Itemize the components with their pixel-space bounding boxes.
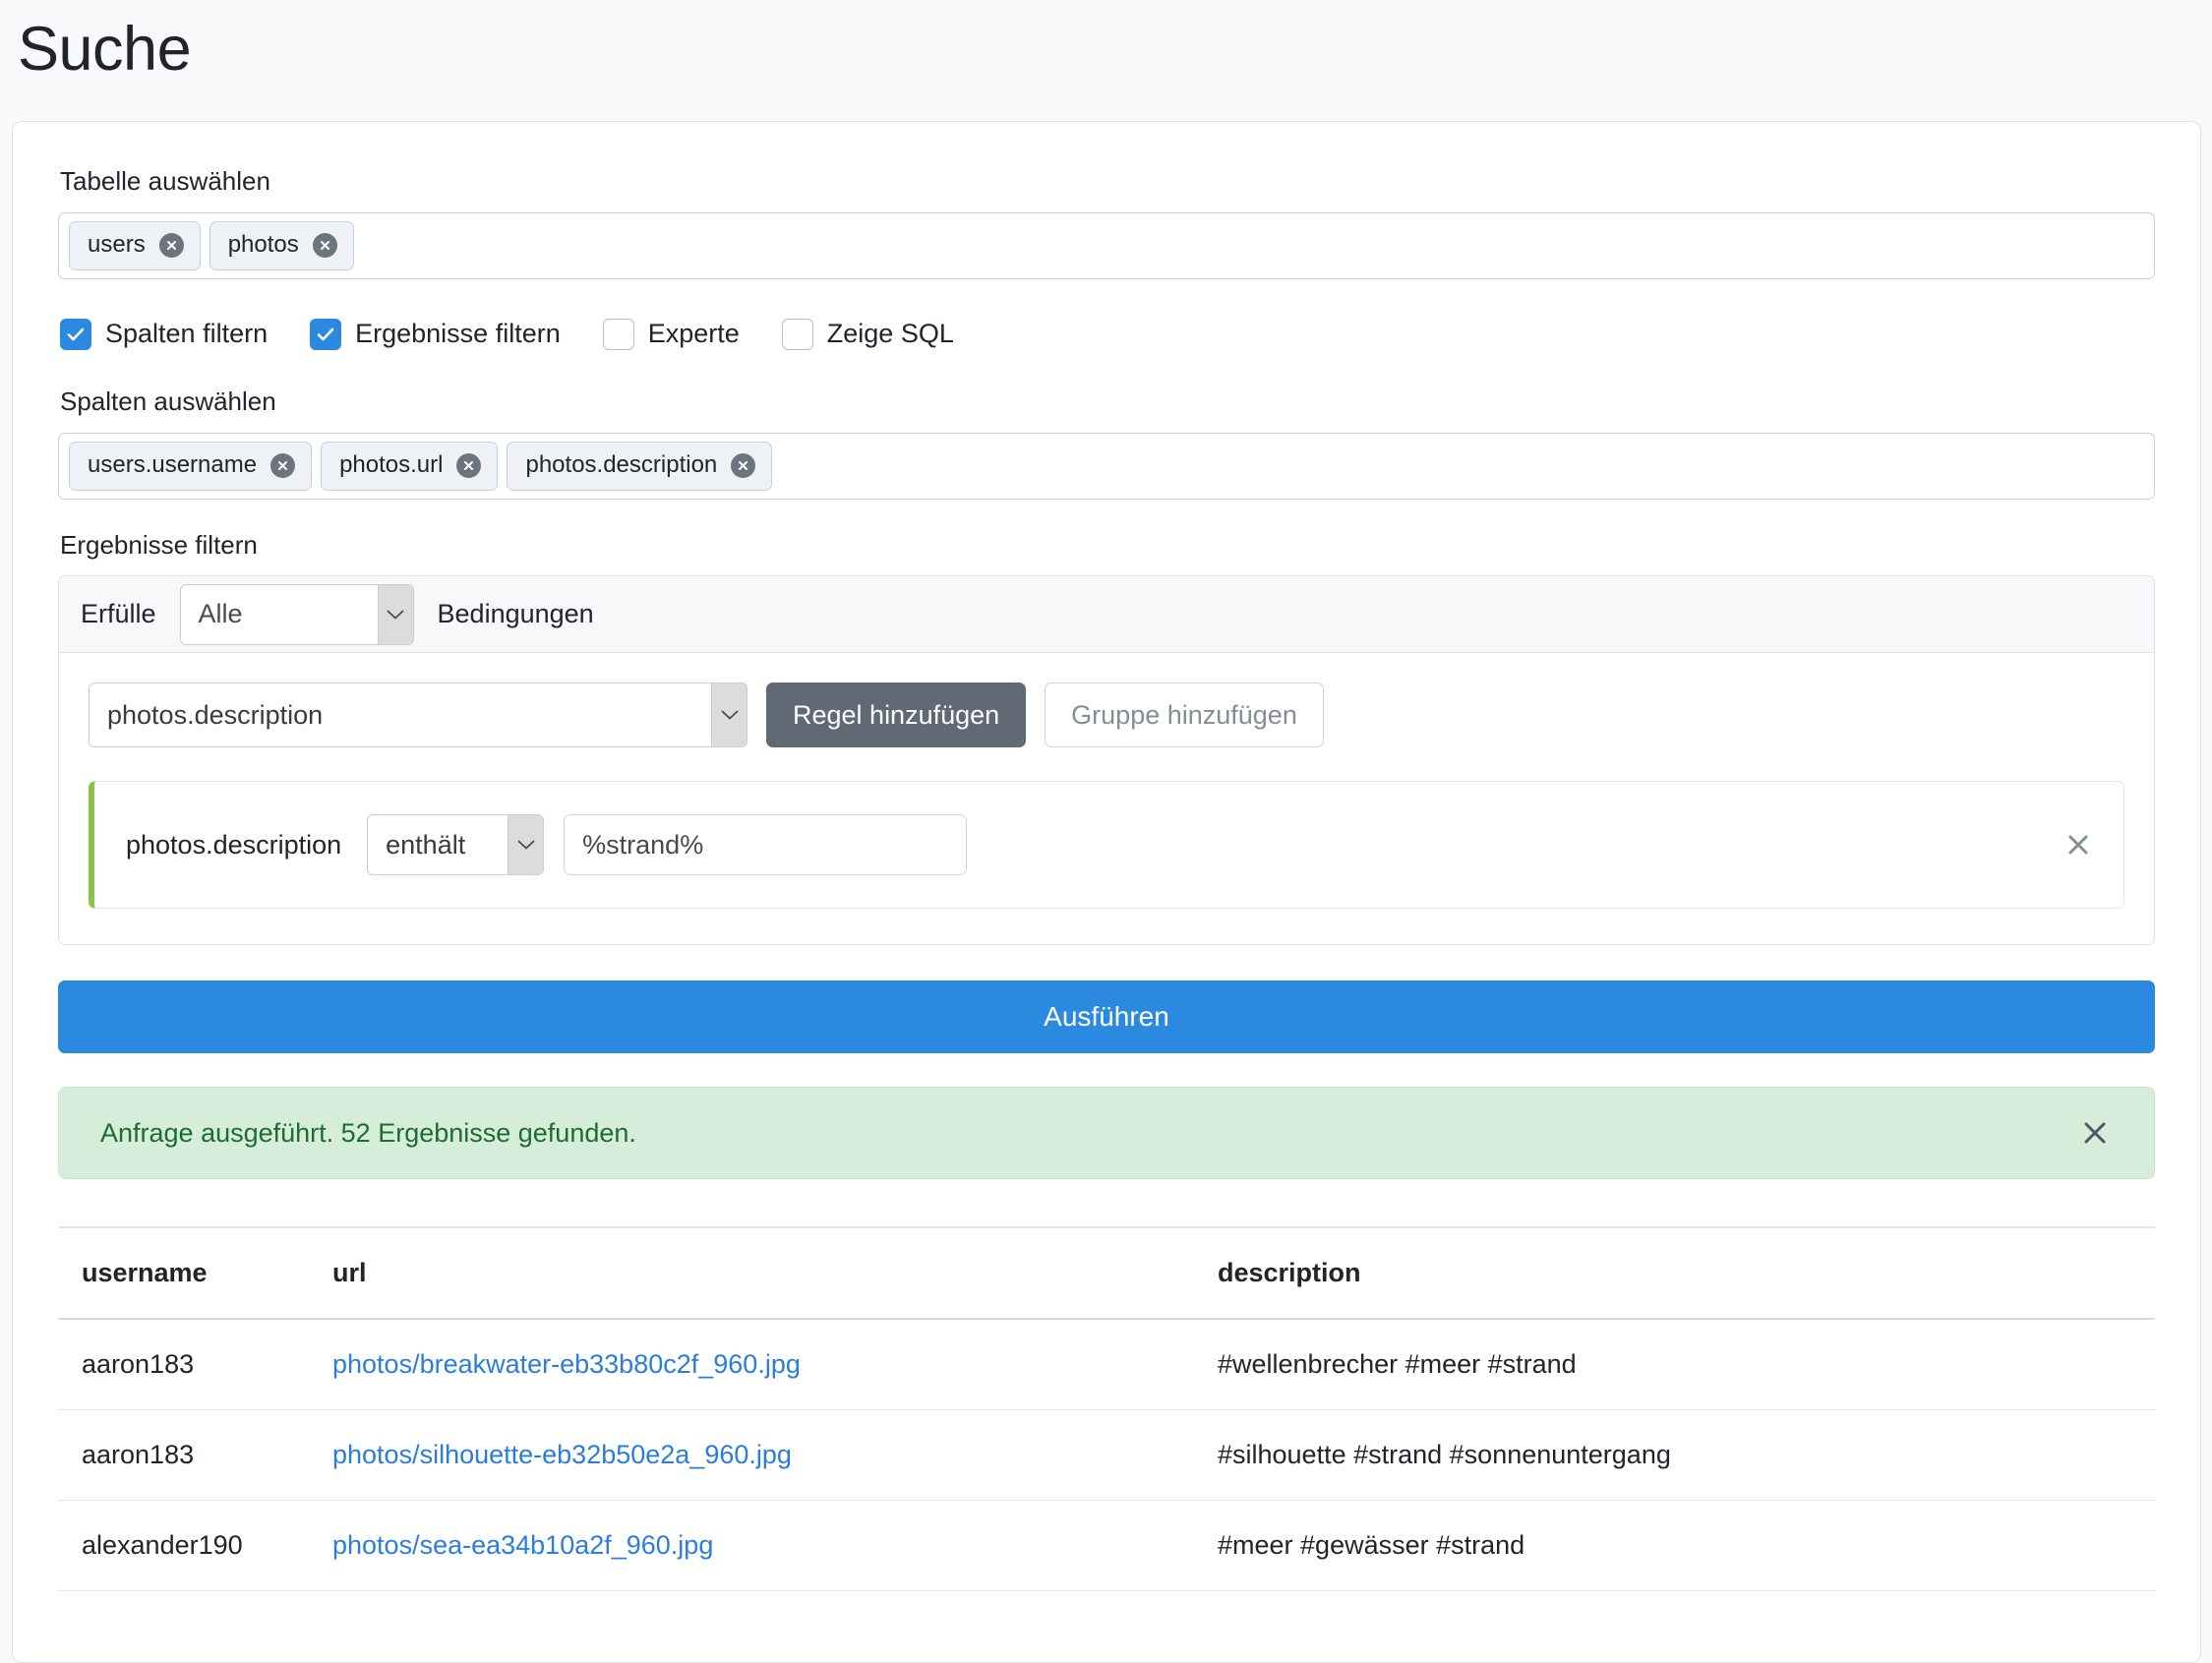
rule-field-label: photos.description — [126, 829, 342, 860]
rules-container: photos.description enthält %strand% — [89, 781, 2124, 910]
remove-tag-icon[interactable] — [456, 452, 482, 478]
remove-tag-icon[interactable] — [158, 232, 184, 258]
checkbox-unchecked-icon[interactable] — [781, 318, 813, 350]
column-header-url: url — [309, 1226, 1194, 1321]
match-prefix-label: Erfülle — [81, 599, 156, 629]
match-type-value: Alle — [198, 599, 243, 629]
option-experte[interactable]: Experte — [602, 318, 740, 350]
column-tag-label: photos.description — [525, 451, 718, 479]
column-tag[interactable]: users.username — [69, 441, 313, 491]
column-header-username: username — [58, 1226, 309, 1321]
table-row: alexander190 photos/sea-ea34b10a2f_960.jp… — [58, 1500, 2155, 1592]
match-type-select[interactable]: Alle — [179, 583, 414, 645]
query-builder-actions: photos.description Regel hinzufügen Grup… — [89, 683, 2124, 748]
run-query-button[interactable]: Ausführen — [58, 980, 2155, 1054]
match-suffix-label: Bedingungen — [437, 599, 594, 629]
chevron-down-icon[interactable] — [508, 815, 544, 875]
cell-username: aaron183 — [58, 1409, 309, 1502]
options-row: Spalten filtern Ergebnisse filtern Experte… — [60, 313, 2155, 356]
cell-username: alexander190 — [58, 1500, 309, 1592]
table-tag-label: photos — [227, 231, 299, 259]
results-table-head: username url description — [58, 1226, 2155, 1321]
table-row: aaron183 photos/silhouette-eb32b50e2a_960… — [58, 1409, 2155, 1502]
rule-value-input[interactable]: %strand% — [564, 814, 968, 876]
remove-tag-icon[interactable] — [312, 232, 337, 258]
chevron-down-icon[interactable] — [711, 683, 747, 747]
close-icon[interactable] — [2077, 1115, 2113, 1151]
option-label: Spalten filtern — [105, 319, 269, 349]
tables-multiselect[interactable]: users photos — [58, 211, 2155, 279]
checkbox-unchecked-icon[interactable] — [602, 318, 634, 350]
column-header-description: description — [1194, 1226, 2155, 1321]
query-builder-body: photos.description Regel hinzufügen Grup… — [59, 653, 2154, 945]
query-builder-panel: Erfülle Alle Bedingungen photos.descript… — [58, 575, 2155, 946]
add-group-button[interactable]: Gruppe hinzufügen — [1045, 683, 1324, 748]
rule-field-select-value: photos.description — [107, 699, 324, 730]
cell-url: photos/silhouette-eb32b50e2a_960.jpg — [309, 1409, 1194, 1502]
chevron-down-icon[interactable] — [377, 584, 413, 644]
option-label: Experte — [647, 319, 740, 349]
remove-tag-icon[interactable] — [270, 452, 296, 478]
tables-label: Tabelle auswählen — [60, 166, 270, 196]
search-page: Suche Tabelle auswählen users photos Spal… — [0, 0, 2212, 1663]
alert-message: Anfrage ausgeführt. 52 Ergebnisse gefund… — [100, 1117, 636, 1148]
table-tag-label: users — [88, 231, 146, 259]
cell-description: #wellenbrecher #meer #strand — [1194, 1319, 2155, 1411]
search-card: Tabelle auswählen users photos Spalten fi… — [12, 121, 2201, 1663]
page-title: Suche — [18, 15, 192, 84]
cell-url: photos/sea-ea34b10a2f_960.jpg — [309, 1500, 1194, 1592]
option-zeige-sql[interactable]: Zeige SQL — [781, 318, 954, 350]
rule-operator-select[interactable]: enthält — [367, 814, 545, 876]
cell-description: #silhouette #strand #sonnenuntergang — [1194, 1409, 2155, 1502]
option-ergebnisse-filtern[interactable]: Ergebnisse filtern — [310, 318, 561, 350]
columns-label: Spalten auswählen — [60, 386, 276, 416]
column-tag[interactable]: photos.url — [321, 441, 499, 491]
column-tag-label: users.username — [88, 451, 258, 479]
success-alert: Anfrage ausgeführt. 52 Ergebnisse gefund… — [58, 1087, 2155, 1180]
checkbox-checked-icon[interactable] — [310, 318, 342, 350]
checkbox-checked-icon[interactable] — [60, 318, 91, 350]
photo-url-link[interactable]: photos/breakwater-eb33b80c2f_960.jpg — [332, 1349, 801, 1379]
add-rule-button[interactable]: Regel hinzufügen — [766, 683, 1027, 748]
option-label: Ergebnisse filtern — [355, 319, 561, 349]
cell-description: #meer #gewässer #strand — [1194, 1500, 2155, 1592]
cell-username: aaron183 — [58, 1319, 309, 1411]
rule-field-select[interactable]: photos.description — [89, 683, 747, 748]
column-tag-label: photos.url — [339, 451, 444, 479]
cell-url: photos/breakwater-eb33b80c2f_960.jpg — [309, 1319, 1194, 1411]
photo-url-link[interactable]: photos/sea-ea34b10a2f_960.jpg — [332, 1530, 713, 1560]
table-tag[interactable]: photos — [209, 220, 354, 270]
option-label: Zeige SQL — [826, 319, 954, 349]
results-header-row: username url description — [58, 1226, 2155, 1321]
query-builder-header: Erfülle Alle Bedingungen — [59, 576, 2154, 654]
option-spalten-filtern[interactable]: Spalten filtern — [60, 318, 269, 350]
photo-url-link[interactable]: photos/silhouette-eb32b50e2a_960.jpg — [332, 1440, 792, 1469]
remove-rule-icon[interactable] — [2061, 827, 2096, 862]
table-tag[interactable]: users — [69, 220, 201, 270]
table-row: aaron183 photos/breakwater-eb33b80c2f_960… — [58, 1319, 2155, 1411]
filter-rule-row: photos.description enthält %strand% — [89, 781, 2124, 910]
column-tag[interactable]: photos.description — [507, 441, 773, 491]
rule-operator-value: enthält — [386, 829, 466, 860]
results-table: username url description aaron183 photos/… — [58, 1226, 2155, 1592]
page-header: Suche — [0, 0, 2212, 116]
filters-label: Ergebnisse filtern — [60, 529, 258, 560]
remove-tag-icon[interactable] — [731, 452, 756, 478]
columns-multiselect[interactable]: users.username photos.url photos.descripti… — [58, 432, 2155, 500]
results-table-body: aaron183 photos/breakwater-eb33b80c2f_960… — [58, 1319, 2155, 1592]
